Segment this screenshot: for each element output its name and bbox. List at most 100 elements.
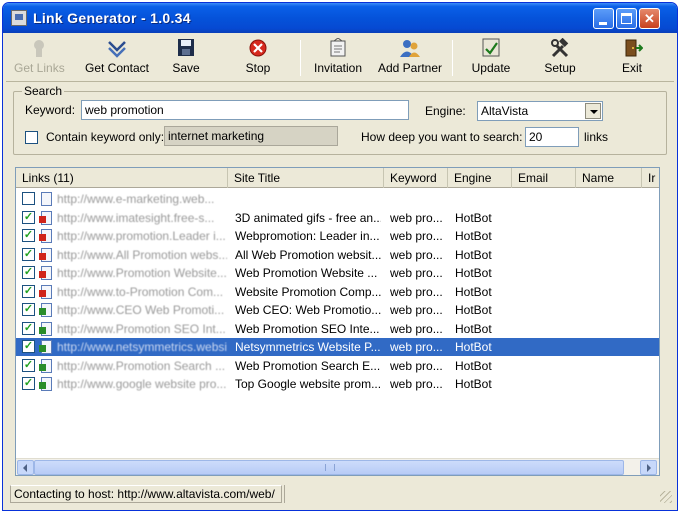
keyword-label: Keyword:	[25, 103, 76, 117]
row-checkbox[interactable]: ✓	[22, 266, 35, 279]
link-page-icon	[39, 265, 55, 281]
minimize-button[interactable]	[593, 8, 614, 29]
maximize-button[interactable]	[616, 8, 637, 29]
cell-site-title: Web Promotion Search E...	[235, 358, 381, 373]
add-partner-button[interactable]: Add Partner	[374, 38, 446, 80]
save-icon	[175, 38, 197, 58]
cell-engine	[455, 192, 511, 207]
toolbar-separator	[452, 40, 453, 76]
cell-keyword: web pro...	[390, 229, 443, 243]
cell-engine: HotBot	[455, 303, 492, 317]
row-checkbox[interactable]: ✓	[22, 284, 35, 298]
close-icon: ✕	[644, 11, 655, 26]
link-page-icon	[39, 210, 55, 226]
invitation-icon	[327, 37, 349, 58]
close-button[interactable]: ✕	[639, 8, 660, 29]
cell-site-title: 3D animated gifs - free an...	[235, 210, 381, 225]
stop-button[interactable]: Stop	[238, 38, 278, 80]
table-row[interactable]: ✓ http://www.to-Promotion Com... Website P…	[16, 283, 659, 301]
link-page-icon	[39, 284, 55, 300]
setup-button[interactable]: Setup	[538, 37, 582, 80]
title-bar[interactable]: Link Generator - 1.0.34 ✕	[3, 3, 677, 33]
column-header-links[interactable]: Links (11)	[16, 168, 228, 188]
chevron-down-icon[interactable]	[585, 103, 601, 119]
column-header-keyword[interactable]: Keyword	[384, 168, 448, 188]
link-page-icon	[39, 376, 55, 392]
table-row[interactable]: ✓ http://www.Promotion SEO Int... Web Prom…	[16, 320, 659, 338]
minimize-icon	[599, 22, 607, 25]
cell-keyword: web pro...	[390, 303, 443, 317]
cell-site-title: All Web Promotion websit...	[235, 247, 381, 262]
link-page-icon	[39, 339, 55, 355]
depth-unit-label: links	[584, 130, 609, 144]
cell-site-title: Web CEO: Web Promotio...	[235, 303, 381, 317]
table-row[interactable]: ✓ http://www.All Promotion webs... All Web…	[16, 246, 659, 264]
resize-grip-icon[interactable]	[660, 491, 672, 503]
row-checkbox[interactable]	[22, 192, 35, 205]
cell-link: http://www.Promotion SEO Int...	[57, 321, 226, 336]
table-row[interactable]: ✓ http://www.netsymmetrics.website... Nets…	[16, 338, 659, 356]
cell-site-title: Netsymmetrics Website P...	[235, 340, 381, 354]
row-checkbox[interactable]: ✓	[22, 303, 35, 316]
app-window: Link Generator - 1.0.34 ✕ Get Links Get …	[2, 2, 678, 511]
list-header: Links (11) Site Title Keyword Engine Ema…	[16, 168, 659, 188]
exit-button[interactable]: Exit	[614, 38, 650, 80]
save-button[interactable]: Save	[166, 38, 206, 80]
cell-engine: HotBot	[455, 340, 492, 354]
table-row[interactable]: ✓ http://www.Promotion Search ... Web Prom…	[16, 357, 659, 375]
row-checkbox[interactable]: ✓	[22, 340, 35, 353]
cell-link: http://www.promotion.Leader i...	[57, 229, 226, 243]
link-page-icon	[39, 358, 55, 374]
row-checkbox[interactable]: ✓	[22, 229, 35, 242]
status-pane-empty	[284, 485, 664, 503]
engine-select[interactable]: AltaVista	[477, 101, 603, 121]
column-header-name[interactable]: Name	[576, 168, 642, 188]
scroll-thumb[interactable]	[34, 460, 624, 475]
status-text: Contacting to host: http://www.altavista…	[10, 485, 282, 503]
depth-input[interactable]: 20	[525, 127, 579, 147]
get-contact-icon	[106, 38, 128, 58]
table-row[interactable]: ✓ http://www.CEO Web Promoti... Web CEO: W…	[16, 301, 659, 319]
cell-link: http://www.netsymmetrics.website...	[57, 340, 227, 354]
horizontal-scrollbar[interactable]	[16, 458, 659, 475]
row-checkbox[interactable]: ✓	[22, 377, 35, 390]
contain-keyword-checkbox[interactable]	[25, 131, 38, 144]
contain-keyword-input[interactable]: internet marketing	[164, 126, 338, 146]
window-title: Link Generator - 1.0.34	[33, 10, 191, 26]
table-row[interactable]: ✓ http://www.google website pro... Top Goo…	[16, 375, 659, 393]
keyword-input[interactable]: web promotion	[81, 100, 409, 120]
row-checkbox[interactable]: ✓	[22, 321, 35, 335]
cell-site-title: Web Promotion SEO Inte...	[235, 321, 380, 336]
cell-site-title: Website Promotion Comp...	[235, 284, 381, 299]
update-icon	[480, 38, 502, 58]
column-header-ir[interactable]: Ir	[642, 168, 659, 188]
link-page-icon	[39, 302, 55, 318]
get-contact-button[interactable]: Get Contact	[82, 38, 152, 80]
scroll-left-button[interactable]	[17, 460, 34, 475]
cell-link: http://www.CEO Web Promoti...	[57, 303, 225, 317]
search-group-label: Search	[22, 84, 65, 98]
cell-keyword	[390, 192, 446, 207]
column-header-site-title[interactable]: Site Title	[228, 168, 384, 188]
maximize-icon	[621, 13, 632, 24]
exit-icon	[621, 38, 644, 58]
toolbar: Get Links Get Contact Save Stop Invitati…	[6, 34, 674, 82]
cell-site-title: Webpromotion: Leader in...	[235, 229, 380, 243]
app-icon	[11, 10, 27, 26]
table-row[interactable]: http://www.e-marketing.web...	[16, 190, 659, 208]
row-checkbox[interactable]: ✓	[22, 247, 35, 261]
update-button[interactable]: Update	[466, 38, 516, 80]
scroll-right-button[interactable]	[640, 460, 657, 475]
table-row[interactable]: ✓ http://www.imatesight.free-s... 3D anima…	[16, 209, 659, 227]
get-links-button[interactable]: Get Links	[14, 38, 65, 80]
table-row[interactable]: ✓ http://www.promotion.Leader i... Webprom…	[16, 227, 659, 245]
row-checkbox[interactable]: ✓	[22, 210, 35, 224]
cell-link: http://www.to-Promotion Com...	[57, 284, 224, 299]
cell-keyword: web pro...	[390, 340, 443, 354]
row-checkbox[interactable]: ✓	[22, 358, 35, 372]
column-header-engine[interactable]: Engine	[448, 168, 512, 188]
column-header-email[interactable]: Email	[512, 168, 576, 188]
invitation-button[interactable]: Invitation	[308, 37, 368, 80]
links-list[interactable]: Links (11) Site Title Keyword Engine Ema…	[15, 167, 660, 476]
table-row[interactable]: ✓ http://www.Promotion Website... Web Prom…	[16, 264, 659, 282]
